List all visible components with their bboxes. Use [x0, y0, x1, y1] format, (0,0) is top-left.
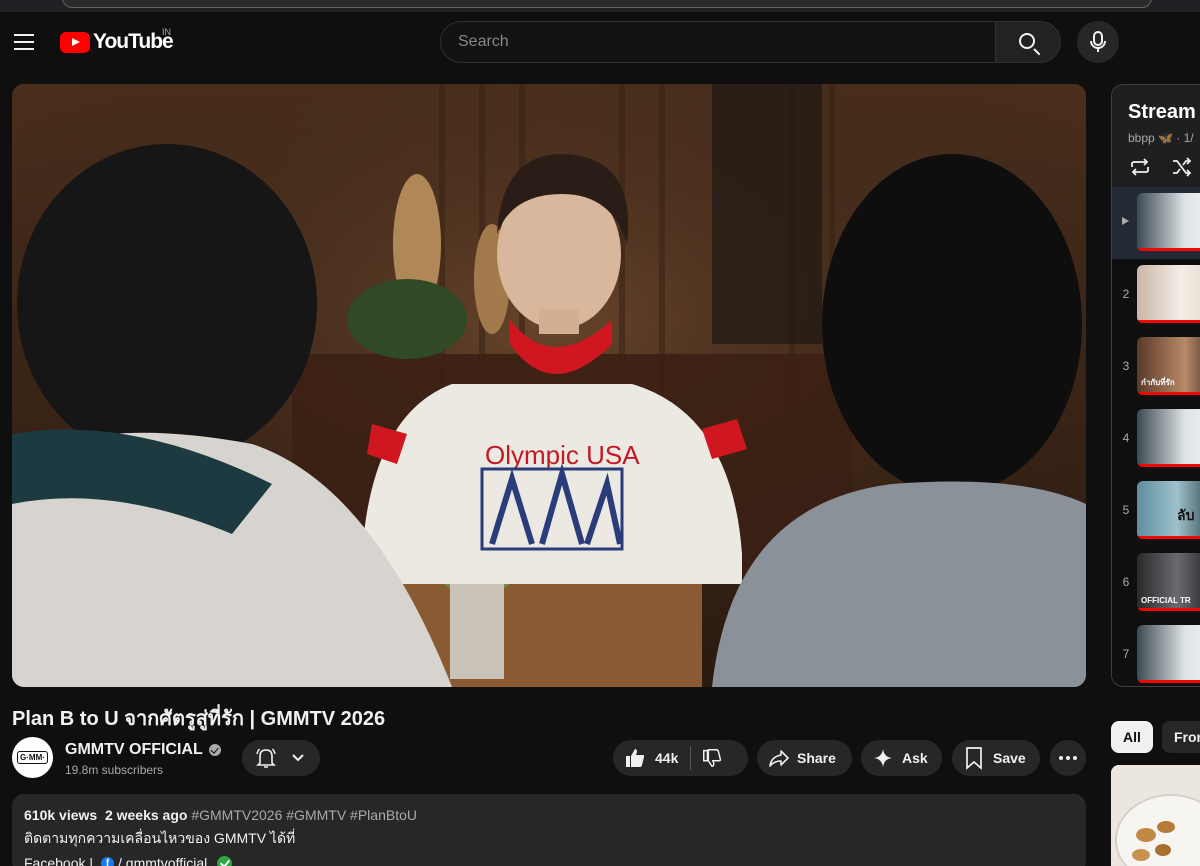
playlist-thumbnail — [1137, 625, 1200, 683]
notification-bell-button[interactable] — [242, 740, 320, 776]
dislike-icon[interactable] — [701, 747, 723, 769]
playlist-item-index: 3 — [1122, 359, 1130, 373]
playlist-item[interactable]: 4 — [1112, 403, 1200, 475]
channel-name-link[interactable]: GMMTV OFFICIAL — [65, 741, 221, 759]
search-icon — [1019, 33, 1035, 49]
facebook-handle-link[interactable]: / gmmtvofficial — [118, 855, 207, 866]
upload-age: 2 weeks ago — [104, 807, 188, 823]
playlist-item[interactable] — [1112, 187, 1200, 259]
playlist-thumbnail — [1137, 193, 1200, 251]
loop-icon[interactable] — [1128, 155, 1152, 179]
menu-icon[interactable] — [14, 34, 34, 50]
like-dislike-group: 44k — [613, 740, 748, 776]
mic-icon — [1090, 31, 1106, 52]
playlist-title[interactable]: Stream [ — [1128, 101, 1200, 124]
voice-search-button[interactable] — [1077, 21, 1119, 63]
playlist-thumb-text: ลับ — [1177, 507, 1195, 523]
logo-text: YouTube — [93, 30, 174, 53]
playlist-thumbnail: OFFICIAL TR — [1137, 553, 1200, 611]
browser-address-bar[interactable] — [62, 0, 1152, 8]
playlist-item[interactable]: 2 — [1112, 259, 1200, 331]
shuffle-icon[interactable] — [1170, 155, 1194, 179]
country-code: IN — [162, 27, 171, 37]
description-box[interactable]: 610k views 2 weeks ago #GMMTV2026 #GMMTV… — [12, 794, 1086, 866]
recommended-video-thumbnail[interactable] — [1111, 765, 1200, 866]
playlist-thumbnail — [1137, 409, 1200, 467]
playlist-thumbnail: ลับ — [1137, 481, 1200, 539]
check-circle-icon — [217, 855, 233, 866]
masthead: YouTube IN — [0, 12, 1200, 72]
verified-badge-icon — [208, 744, 221, 756]
playlist-item[interactable]: 6 OFFICIAL TR — [1112, 547, 1200, 619]
playlist-item-index: 4 — [1122, 431, 1130, 445]
video-frame: Olympic USA — [12, 84, 1086, 687]
youtube-logo[interactable]: YouTube IN — [60, 27, 174, 54]
like-icon[interactable] — [623, 746, 647, 770]
share-label: Share — [797, 750, 836, 766]
view-count: 610k views — [24, 807, 98, 823]
playlist-item[interactable]: 3 กำกับที่รัก — [1112, 331, 1200, 403]
search-box — [440, 21, 996, 63]
playlist-item-index: 6 — [1122, 575, 1130, 589]
search-input[interactable] — [441, 22, 995, 62]
playlist-item-index: 2 — [1122, 287, 1130, 301]
more-actions-button[interactable] — [1050, 740, 1086, 776]
video-player[interactable]: Olympic USA — [12, 84, 1086, 687]
channel-name: GMMTV OFFICIAL — [65, 741, 203, 758]
now-playing-icon — [1122, 217, 1129, 225]
ask-label: Ask — [902, 750, 928, 766]
facebook-label: Facebook | — [24, 855, 94, 866]
playlist-item[interactable]: 5 ลับ — [1112, 475, 1200, 547]
hashtags[interactable]: #GMMTV2026 #GMMTV #PlanBtoU — [191, 807, 417, 823]
save-label: Save — [993, 750, 1026, 766]
playlist-item-index: 5 — [1122, 503, 1130, 517]
chip-all[interactable]: All — [1111, 721, 1153, 753]
playlist-thumb-text: OFFICIAL TR — [1141, 596, 1191, 605]
chip-filter[interactable]: Fron — [1162, 721, 1200, 753]
share-icon — [769, 750, 789, 767]
channel-avatar-text: G·MM· — [17, 751, 48, 764]
playlist-panel: Stream [ bbpp 🦋 · 1/ 2 3 กำกับที่รัก 4 5… — [1111, 84, 1200, 687]
description-social-line: Facebook | f / gmmtvofficial — [24, 855, 1074, 866]
youtube-play-icon — [60, 31, 90, 53]
browser-chrome-strip — [0, 0, 1200, 12]
bookmark-icon — [966, 747, 982, 770]
like-count: 44k — [655, 750, 679, 766]
video-title: Plan B to U จากศัตรูสู่ที่รัก | GMMTV 20… — [12, 708, 386, 730]
more-horizontal-icon — [1059, 756, 1077, 760]
ask-button[interactable]: Ask — [861, 740, 942, 776]
chevron-down-icon — [292, 754, 304, 762]
share-button[interactable]: Share — [757, 740, 852, 776]
sparkle-icon — [873, 748, 893, 768]
playlist-thumb-text: กำกับที่รัก — [1141, 378, 1175, 387]
search-button[interactable] — [995, 21, 1061, 63]
bell-icon — [256, 748, 276, 768]
save-button[interactable]: Save — [952, 740, 1040, 776]
subscriber-count: 19.8m subscribers — [65, 763, 164, 777]
playlist-thumbnail: กำกับที่รัก — [1137, 337, 1200, 395]
recommended-thumbnail-image — [1111, 765, 1200, 866]
playlist-thumbnail — [1137, 265, 1200, 323]
description-text: ติดตามทุกความเคลื่อนไหวของ GMMTV ได้ที่ — [24, 830, 296, 846]
channel-avatar[interactable]: G·MM· — [12, 737, 53, 778]
facebook-icon: f — [101, 856, 115, 866]
playlist-subtitle: bbpp 🦋 · 1/ — [1128, 131, 1194, 145]
playlist-item[interactable]: 7 — [1112, 619, 1200, 686]
playlist-item-index: 7 — [1122, 647, 1130, 661]
playlist-header: Stream [ bbpp 🦋 · 1/ — [1112, 85, 1200, 187]
description-stats: 610k views 2 weeks ago #GMMTV2026 #GMMTV… — [24, 807, 1074, 823]
like-divider — [690, 746, 692, 770]
